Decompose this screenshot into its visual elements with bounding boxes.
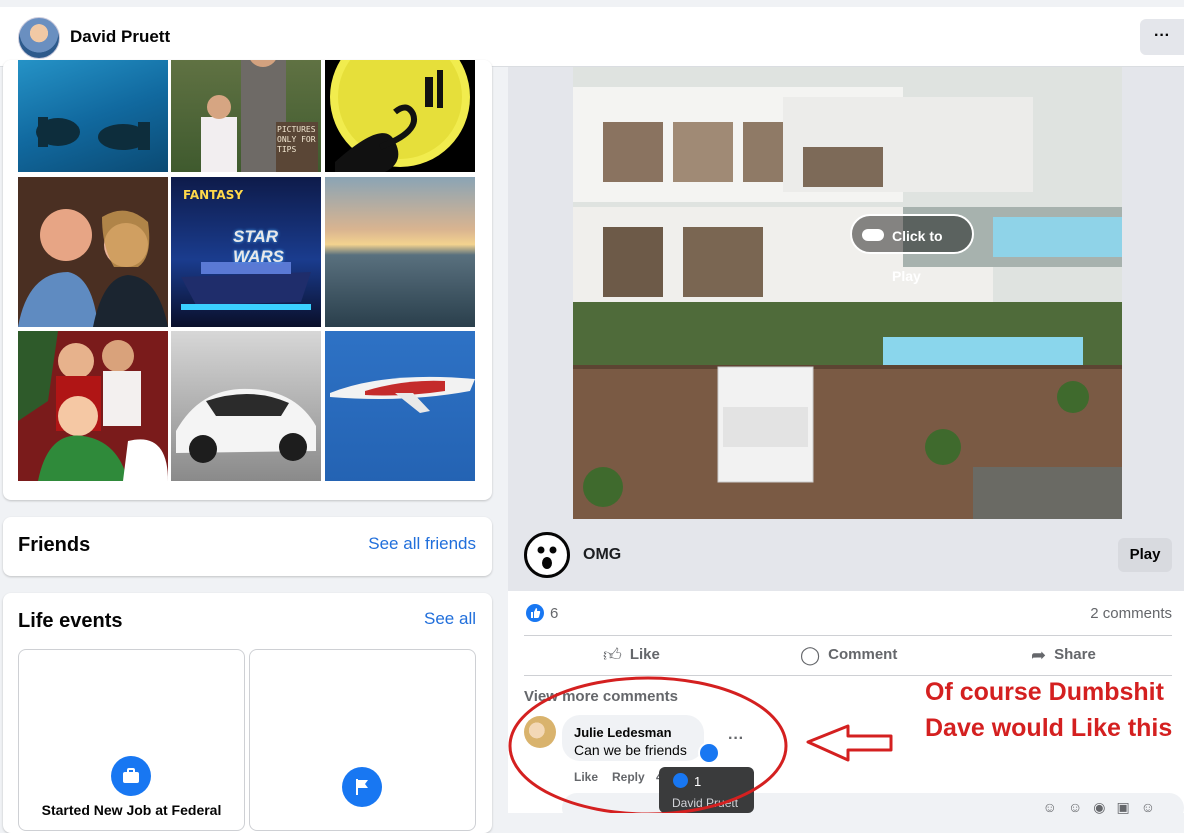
like-reaction-icon <box>526 604 544 622</box>
commenter-avatar[interactable] <box>524 716 556 748</box>
reaction-stats: 6 2 comments <box>524 597 1172 636</box>
villa-image[interactable]: Click to Play <box>573 67 1122 519</box>
tooltip-like-count: 1 <box>694 774 702 789</box>
annotation-text-line1: Of course Dumbshit <box>925 678 1164 706</box>
like-reaction-icon <box>673 773 688 788</box>
friends-title: Friends <box>18 534 91 556</box>
profile-name[interactable]: David Pruett <box>70 27 170 47</box>
click-to-play-button[interactable]: Click to Play <box>850 214 974 284</box>
comment-more-button[interactable]: ··· <box>728 730 744 748</box>
game-bar: OMG Play <box>508 519 1184 591</box>
life-event-item[interactable]: Started New Job at Federal <box>18 649 245 831</box>
play-game-button[interactable]: Play <box>1118 538 1172 572</box>
sunset-ocean-photo[interactable] <box>325 177 475 327</box>
briefcase-icon <box>111 756 151 796</box>
share-button[interactable]: ➦ Share <box>1031 635 1096 675</box>
see-all-friends-link[interactable]: See all friends <box>368 534 476 554</box>
profile-avatar[interactable] <box>18 17 60 59</box>
comment-text: Can we be friends <box>574 742 687 758</box>
friends-card: Friends See all friends <box>3 517 492 576</box>
life-event-label: Started New Job at Federal <box>41 802 222 818</box>
reply-input[interactable]: ☺☺◉▣☺ <box>562 793 1184 823</box>
life-events-card: Life events See all Started New Job at F… <box>3 593 492 833</box>
photos-card: PICTURES ONLY FOR TIPS FANTASY STAR WARS <box>3 60 492 500</box>
like-button[interactable]: 👍︎ Like <box>603 635 660 675</box>
svg-text:FANTASY: FANTASY <box>183 188 243 202</box>
comment-like-icon[interactable] <box>698 742 720 764</box>
white-sports-car-photo[interactable] <box>171 331 321 481</box>
jet-plane-photo[interactable] <box>325 331 475 481</box>
comment-button[interactable]: ◯ Comment <box>800 635 897 675</box>
kids-christmas-photo[interactable] <box>18 331 168 481</box>
photo-sign-text: PICTURES ONLY FOR TIPS <box>277 125 316 154</box>
post-actions: 👍︎ Like ◯ Comment ➦ Share <box>524 635 1172 676</box>
couple-photo[interactable] <box>18 177 168 327</box>
cruise-text: STAR WARS <box>233 227 284 266</box>
life-events-title: Life events <box>18 610 123 632</box>
scuba-divers-photo[interactable] <box>18 60 168 172</box>
comment-reply-link[interactable]: Reply <box>612 770 645 784</box>
flag-icon <box>342 767 382 807</box>
gamepad-icon <box>862 229 884 241</box>
tooltip-liker-name: David Pruett <box>672 796 739 810</box>
life-event-item[interactable] <box>249 649 476 831</box>
likers-tooltip: 1 David Pruett <box>659 767 754 813</box>
thumbs-up-icon: 👍︎ <box>603 645 622 665</box>
comment-tools-icons[interactable]: ☺☺◉▣☺ <box>1043 799 1166 816</box>
game-title: OMG <box>583 546 622 563</box>
cruise-ship-photo[interactable]: FANTASY STAR WARS <box>171 177 321 327</box>
view-more-comments-link[interactable]: View more comments <box>524 688 678 705</box>
post-media: Click to Play <box>508 67 1184 519</box>
annotation-text-line2: Dave would Like this <box>925 714 1173 742</box>
family-sign-photo[interactable]: PICTURES ONLY FOR TIPS <box>171 60 321 172</box>
comment-bubble: Julie Ledesman Can we be friends <box>562 715 704 761</box>
share-icon: ➦ <box>1031 645 1047 665</box>
more-options-button[interactable]: ··· <box>1140 19 1184 55</box>
moon-silhouette-photo[interactable] <box>325 60 475 172</box>
surprised-face-icon <box>524 532 570 578</box>
like-count[interactable]: 6 <box>550 605 558 622</box>
comment-count[interactable]: 2 comments <box>1090 605 1172 622</box>
comment-author[interactable]: Julie Ledesman <box>574 725 672 740</box>
comment-like-link[interactable]: Like <box>574 770 598 784</box>
profile-header: David Pruett ··· <box>0 0 1184 67</box>
comment-icon: ◯ <box>800 645 821 665</box>
see-all-life-events-link[interactable]: See all <box>424 609 476 629</box>
